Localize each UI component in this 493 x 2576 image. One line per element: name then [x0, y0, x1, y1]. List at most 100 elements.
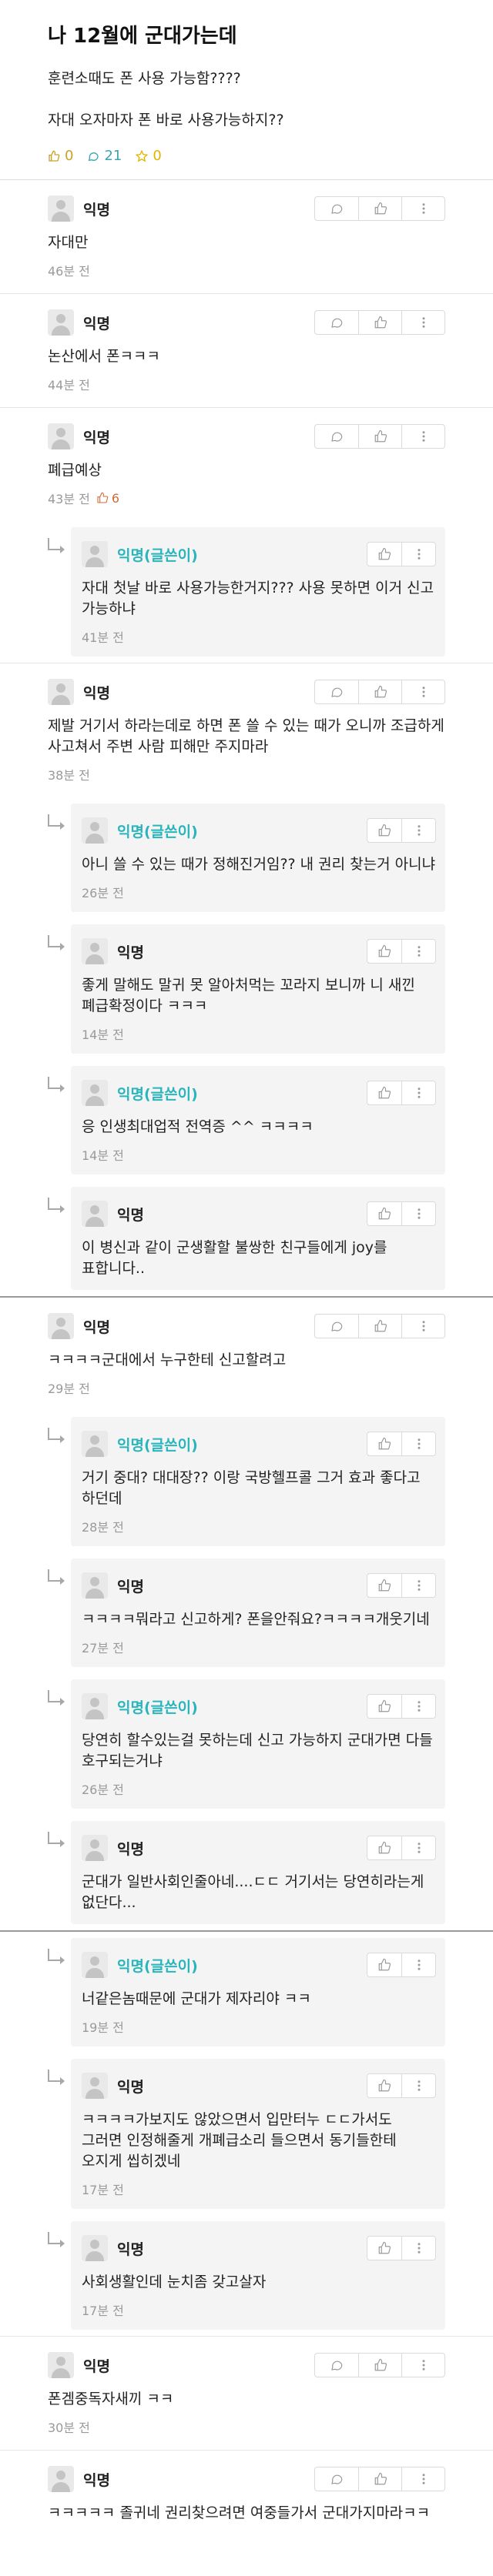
- thumb-up-icon: [378, 2079, 391, 2092]
- comment-text: 폰겜중독자새끼 ㅋㅋ: [48, 2391, 174, 2407]
- post-like-count: 0: [48, 148, 73, 164]
- reply-button[interactable]: [315, 2467, 358, 2491]
- comment-author: 익명(글쓴이): [117, 1699, 198, 1716]
- reply-comment: 익명 좋게 말해도 말귀 못 알아처먹는 꼬라지 보니까 니 새낀 폐급확정이다…: [0, 918, 493, 1060]
- comment-actions: [314, 680, 445, 704]
- post-body: 훈련소때도 폰 사용 가능함???? 자대 오자마자 폰 바로 사용가능하지??: [48, 68, 445, 131]
- more-button[interactable]: [401, 1315, 444, 1338]
- more-button[interactable]: [401, 1574, 435, 1597]
- like-button[interactable]: [367, 1953, 401, 1976]
- more-vertical-icon: [418, 2080, 420, 2091]
- comment-time: 41분 전: [82, 630, 124, 645]
- comment-icon: [331, 2360, 343, 2371]
- more-vertical-icon: [418, 1580, 420, 1591]
- more-button[interactable]: [401, 2467, 444, 2491]
- thumb-up-icon: [374, 685, 387, 698]
- avatar: [82, 1693, 108, 1719]
- comment-actions: [314, 424, 445, 449]
- thumb-up-icon: [378, 1699, 391, 1712]
- reply-button[interactable]: [315, 425, 358, 448]
- like-button[interactable]: [367, 1695, 401, 1718]
- more-button[interactable]: [401, 1081, 435, 1104]
- comment-author: 익명: [83, 429, 110, 446]
- more-button[interactable]: [401, 425, 444, 448]
- more-vertical-icon: [418, 946, 420, 957]
- thumb-up-icon: [374, 202, 387, 215]
- like-button[interactable]: [358, 2354, 401, 2377]
- like-button[interactable]: [358, 1315, 401, 1338]
- like-button[interactable]: [367, 1574, 401, 1597]
- comment-actions: [367, 1953, 436, 1977]
- more-button[interactable]: [401, 543, 435, 566]
- thumb-up-icon: [378, 824, 391, 837]
- reply-button[interactable]: [315, 1315, 358, 1338]
- reply-button[interactable]: [315, 311, 358, 334]
- more-button[interactable]: [401, 1836, 435, 1859]
- like-button[interactable]: [367, 1432, 401, 1455]
- like-button[interactable]: [367, 2074, 401, 2097]
- like-button[interactable]: [358, 425, 401, 448]
- avatar: [48, 2466, 74, 2492]
- avatar: [82, 541, 108, 567]
- comment-actions: [367, 939, 436, 964]
- more-button[interactable]: [401, 2237, 435, 2260]
- comment-meta: 19분 전: [82, 2017, 436, 2036]
- comment-author: 익명: [83, 1318, 110, 1336]
- reply-button[interactable]: [315, 197, 358, 220]
- comment-actions: [367, 542, 436, 566]
- thumb-up-icon: [378, 1207, 391, 1220]
- like-button[interactable]: [358, 2467, 401, 2491]
- comment-icon: [89, 152, 99, 161]
- comment-actions: [314, 2467, 445, 2491]
- like-button[interactable]: [358, 311, 401, 334]
- comment-meta: 41분 전: [82, 627, 436, 646]
- more-button[interactable]: [401, 819, 435, 842]
- like-button[interactable]: [367, 1081, 401, 1104]
- more-button[interactable]: [401, 2074, 435, 2097]
- comment-list: 익명 자대만 46분 전 익명 논산에서 폰ㅋㅋㅋ 44분 전 익명 폐급예상 …: [0, 179, 493, 2538]
- comment-text: 거기 중대? 대대장?? 이랑 국방헬프콜 그거 효과 좋다고 하던데: [82, 1469, 421, 1507]
- more-button[interactable]: [401, 680, 444, 703]
- like-button[interactable]: [367, 1836, 401, 1859]
- reply-button[interactable]: [315, 2354, 358, 2377]
- like-button[interactable]: [367, 819, 401, 842]
- avatar: [82, 1572, 108, 1599]
- more-button[interactable]: [401, 1202, 435, 1225]
- comment-icon: [331, 2474, 343, 2484]
- reply-arrow-icon: [48, 1832, 65, 1847]
- more-button[interactable]: [401, 1695, 435, 1718]
- star-icon: [136, 149, 149, 162]
- post-line: 자대 오자마자 폰 바로 사용가능하지??: [48, 112, 284, 129]
- like-button[interactable]: [367, 2237, 401, 2260]
- comment-time: 30분 전: [48, 2421, 90, 2435]
- comment-text: 폐급예상: [48, 462, 102, 479]
- more-button[interactable]: [401, 311, 444, 334]
- comment-author: 익명(글쓴이): [117, 1085, 198, 1103]
- like-button[interactable]: [367, 1202, 401, 1225]
- more-button[interactable]: [401, 1953, 435, 1976]
- avatar: [48, 1313, 74, 1339]
- reply-button[interactable]: [315, 680, 358, 703]
- avatar: [82, 2235, 108, 2261]
- comment-text: ㅋㅋㅋㅋ뭐라고 신고하게? 폰을안줘요?ㅋㅋㅋㅋ개웃기네: [82, 1611, 430, 1628]
- more-button[interactable]: [401, 1432, 435, 1455]
- like-button[interactable]: [358, 680, 401, 703]
- thumb-up-icon: [374, 1319, 387, 1332]
- like-button[interactable]: [367, 543, 401, 566]
- like-button[interactable]: [367, 940, 401, 963]
- more-button[interactable]: [401, 2354, 444, 2377]
- thumb-up-icon: [374, 429, 387, 443]
- reply-comment: 익명(글쓴이) 자대 첫날 바로 사용가능한거지??? 사용 못하면 이거 신고…: [0, 521, 493, 663]
- comment-author: 익명: [117, 2078, 144, 2096]
- more-button[interactable]: [401, 940, 435, 963]
- comment-icon: [331, 432, 343, 442]
- like-button[interactable]: [358, 197, 401, 220]
- more-vertical-icon: [422, 2360, 424, 2371]
- comment-author: 익명: [83, 2471, 110, 2489]
- more-button[interactable]: [401, 197, 444, 220]
- more-vertical-icon: [418, 1701, 420, 1712]
- comment-text: 당연히 할수있는걸 못하는데 신고 가능하지 군대가면 다들 호구되는거냐: [82, 1732, 433, 1769]
- avatar: [48, 309, 74, 336]
- comment-icon: [331, 1321, 343, 1331]
- more-vertical-icon: [418, 825, 420, 836]
